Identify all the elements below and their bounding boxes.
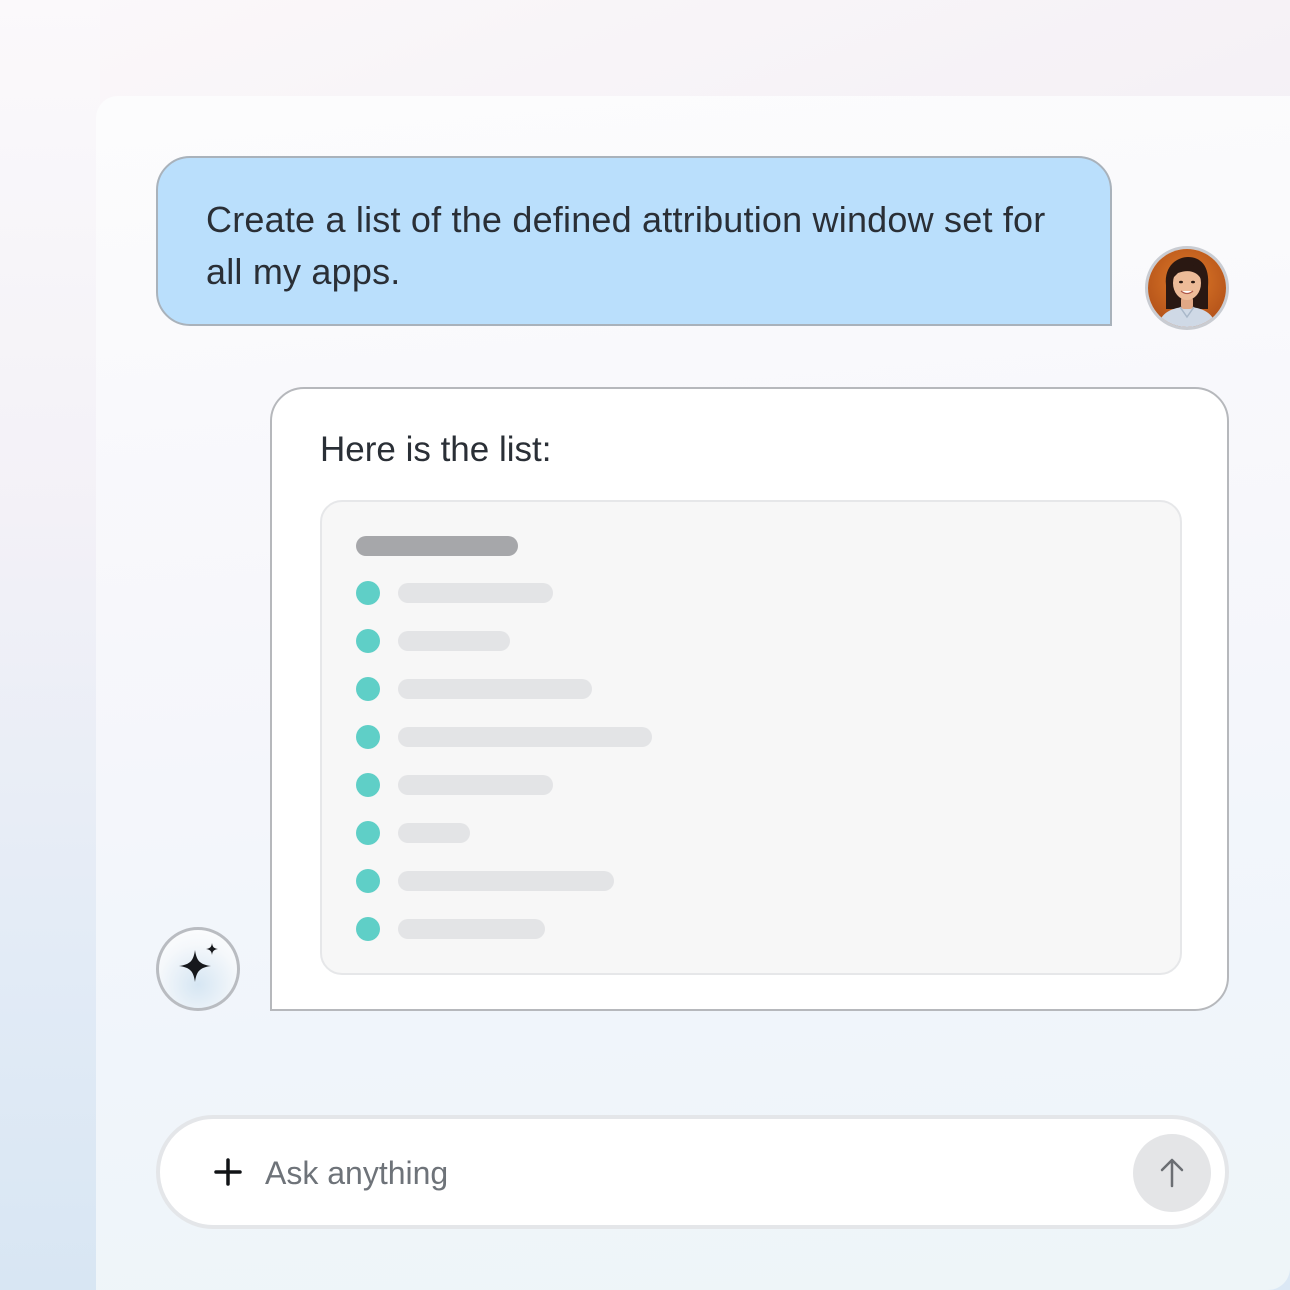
list-item-placeholder	[356, 581, 1056, 605]
list-item-placeholder	[356, 725, 1056, 749]
list-placeholder-card	[320, 500, 1182, 975]
send-button[interactable]	[1133, 1134, 1211, 1212]
list-item-placeholder	[356, 629, 1056, 653]
sparkle-icon	[179, 943, 218, 982]
list-item-placeholder	[356, 677, 1056, 701]
bullet-icon	[356, 917, 380, 941]
user-portrait-icon	[1148, 249, 1226, 327]
assistant-avatar	[156, 927, 240, 1011]
list-item-line-placeholder	[398, 823, 470, 843]
bullet-icon	[356, 725, 380, 749]
bullet-icon	[356, 677, 380, 701]
list-item-placeholder	[356, 821, 1056, 845]
background-left	[0, 0, 100, 1290]
bullet-icon	[356, 821, 380, 845]
list-item-line-placeholder	[398, 871, 614, 891]
assistant-message-bubble: Here is the list:	[270, 387, 1229, 1011]
user-message-bubble: Create a list of the defined attribution…	[156, 156, 1112, 326]
list-item-line-placeholder	[398, 583, 553, 603]
bullet-icon	[356, 629, 380, 653]
list-item-line-placeholder	[398, 631, 510, 651]
user-avatar[interactable]	[1145, 246, 1229, 330]
arrow-up-icon	[1160, 1158, 1184, 1188]
list-item-line-placeholder	[398, 775, 553, 795]
user-message-text: Create a list of the defined attribution…	[206, 199, 1046, 292]
plus-icon	[214, 1158, 242, 1186]
bullet-icon	[356, 869, 380, 893]
list-item-placeholder	[356, 917, 1056, 941]
bullet-icon	[356, 581, 380, 605]
attach-button[interactable]	[208, 1152, 248, 1192]
list-item-placeholder	[356, 869, 1056, 893]
list-item-placeholder	[356, 773, 1056, 797]
assistant-message-text: Here is the list:	[320, 430, 552, 469]
list-item-line-placeholder	[398, 727, 652, 747]
chat-composer	[156, 1115, 1229, 1229]
list-item-line-placeholder	[398, 919, 545, 939]
ask-input[interactable]	[265, 1147, 1115, 1199]
list-item-line-placeholder	[398, 679, 592, 699]
bullet-icon	[356, 773, 380, 797]
list-title-placeholder	[356, 536, 518, 556]
